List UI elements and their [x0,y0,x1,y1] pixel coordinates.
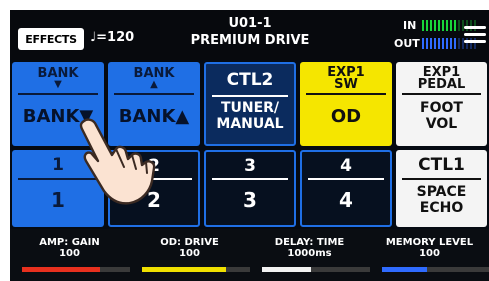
param-4-name: MEMORY LEVEL [385,237,474,248]
param-2-level-track [142,267,250,272]
in-label: IN [403,19,417,32]
meter-segment [442,20,444,31]
exp1-pedal-button[interactable]: EXP1 PEDAL FOOT VOL [394,60,489,148]
meter-segment [422,20,424,31]
stage: EFFECTS ♩=120 U01-1 PREMIUM DRIVE IN OUT… [0,0,489,281]
ctl2-button[interactable]: CTL2 TUNER/ MANUAL [202,60,298,148]
meter-segment [438,38,440,49]
pointing-hand-icon [79,118,156,205]
ctl2-assign-1: TUNER/ [220,100,280,116]
ctl1-assign-2: ECHO [419,200,464,216]
meter-segment [422,38,424,49]
ctl1-assign-1: SPACE [416,184,467,200]
exp1-pedal-assign-2: VOL [425,116,458,132]
patch-number: U01-1 [228,16,272,31]
menu-icon[interactable] [464,26,486,44]
meter-segment [454,38,456,49]
param-2-name: OD: DRIVE [160,237,219,248]
param-2-value: 100 [179,248,200,259]
number-4-top: 4 [340,156,352,176]
meter-segment [426,20,428,31]
param-4-value: 100 [419,248,440,259]
param-3-level-fill [262,267,311,272]
out-label: OUT [394,37,420,50]
meter-segment [458,20,460,31]
number-3-bottom: 3 [243,188,257,212]
meter-segment [450,38,452,49]
ctl1-title: CTL1 [418,155,465,175]
exp1-pedal-assign-1: FOOT [420,100,463,116]
param-1-name: AMP: GAIN [39,237,100,248]
bank-down-arrow: ▼ [54,79,62,90]
parameter-bar: AMP: GAIN 100 OD: DRIVE 100 DELAY: TIME … [10,229,489,281]
meter-segment [426,38,428,49]
param-3-value: 1000ms [287,248,332,259]
param-3-level-track [262,267,370,272]
ctl1-button[interactable]: CTL1 SPACE ECHO [394,148,489,229]
number-4-bottom: 4 [339,188,353,212]
meter-segment [438,20,440,31]
exp1-pedal-title-2: PEDAL [417,77,466,92]
bank-up-arrow: ▲ [150,79,158,90]
number-3-button[interactable]: 3 3 [202,148,298,229]
patch-name[interactable]: PREMIUM DRIVE [160,33,340,48]
meter-segment [434,20,436,31]
meter-segment [442,38,444,49]
meter-segment [458,38,460,49]
param-knob-2[interactable]: OD: DRIVE 100 [130,237,249,259]
param-knob-1[interactable]: AMP: GAIN 100 [10,237,129,259]
number-3-top: 3 [244,156,256,176]
exp1-sw-button[interactable]: EXP1 SW OD [298,60,394,148]
meter-segment [454,20,456,31]
param-2-level-fill [142,267,227,272]
param-knob-3[interactable]: DELAY: TIME 1000ms [250,237,369,259]
meter-segment [450,20,452,31]
meter-segment [430,20,432,31]
param-1-level-track [22,267,130,272]
param-4-level-track [382,267,489,272]
ctl2-assign-2: MANUAL [216,116,284,132]
meter-segment [434,38,436,49]
tempo-display[interactable]: ♩=120 [90,30,134,45]
param-knob-4[interactable]: MEMORY LEVEL 100 [370,237,489,259]
device-screen: EFFECTS ♩=120 U01-1 PREMIUM DRIVE IN OUT… [10,10,489,281]
number-4-button[interactable]: 4 4 [298,148,394,229]
meter-segment [430,38,432,49]
param-4-level-fill [382,267,427,272]
param-1-value: 100 [59,248,80,259]
exp1-sw-title-2: SW [334,77,358,92]
header-bar: EFFECTS ♩=120 U01-1 PREMIUM DRIVE IN OUT [10,10,489,60]
param-3-name: DELAY: TIME [274,237,345,248]
meter-segment [446,38,448,49]
effects-button[interactable]: EFFECTS [18,28,84,50]
param-1-level-fill [22,267,100,272]
meter-segment [446,20,448,31]
exp1-sw-assign: OD [330,106,362,127]
ctl2-title: CTL2 [226,70,274,90]
